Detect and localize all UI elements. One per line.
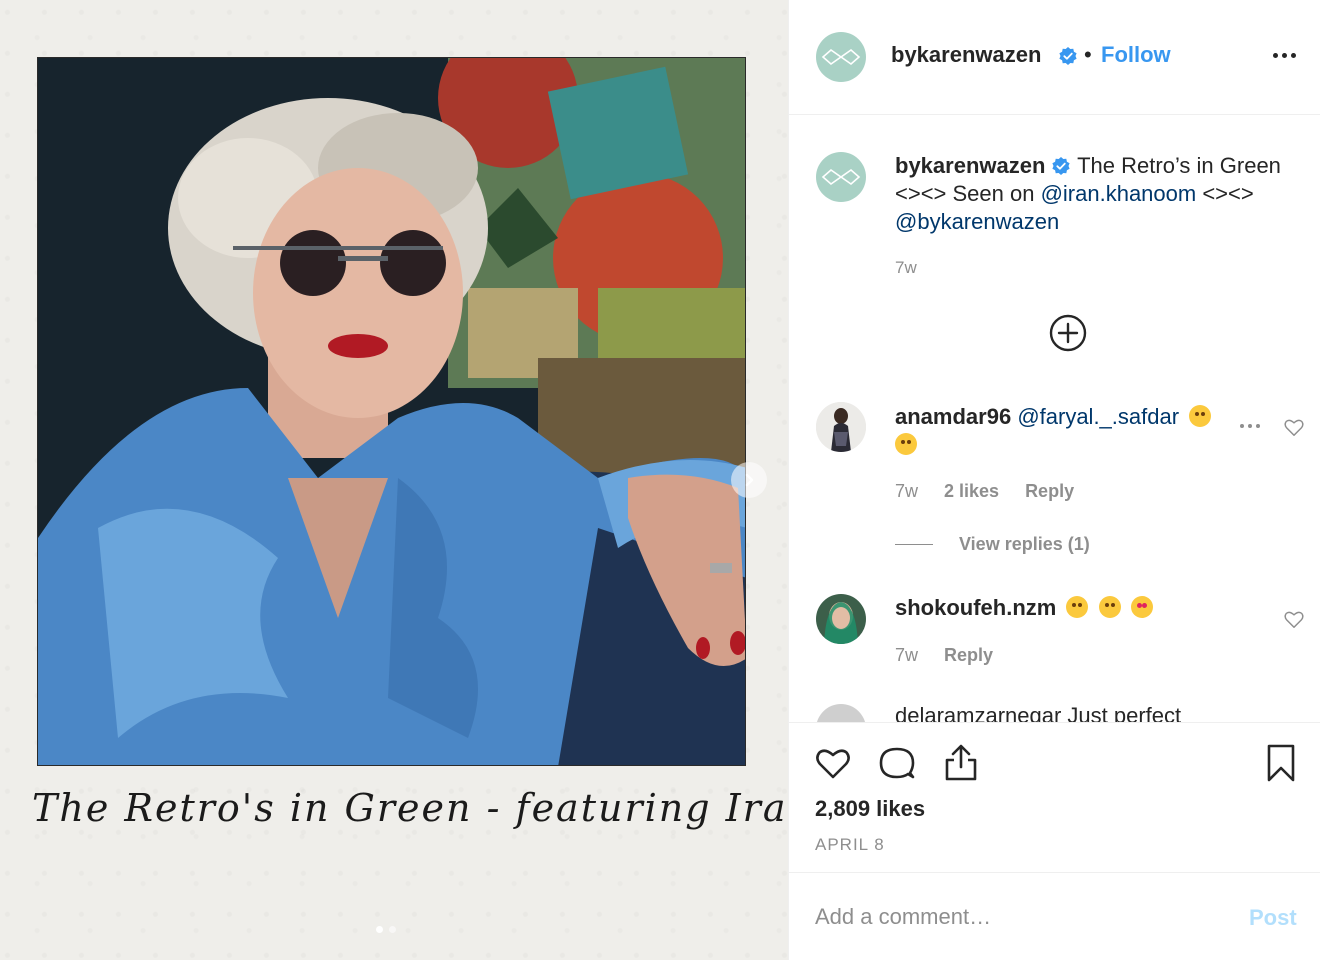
more-options-button[interactable] <box>1269 45 1299 65</box>
carousel-dot-active <box>376 926 383 933</box>
emoji-hugging-icon <box>1066 596 1089 618</box>
post-media: The Retro's in Green - featuring Iran <box>0 0 788 960</box>
caption-username[interactable]: bykarenwazen <box>895 153 1045 178</box>
caption-mention-link[interactable]: @iran.khanoom <box>1041 181 1197 206</box>
post-header: bykarenwazen • Follow <box>789 0 1320 115</box>
post-actions: 2,809 likes APRIL 8 <box>789 722 1320 872</box>
post-date[interactable]: APRIL 8 <box>815 835 885 855</box>
comment-text: anamdar96 @faryal._.safdar <box>895 403 1235 459</box>
comment-heart-icon[interactable] <box>1283 416 1305 438</box>
comments-list[interactable]: bykarenwazen The Retro’s in Green <><> S… <box>789 116 1320 722</box>
commenter-avatar[interactable] <box>816 402 866 452</box>
author-avatar[interactable] <box>816 32 866 82</box>
view-replies-label: View replies (1) <box>959 534 1090 554</box>
header-separator: • <box>1084 42 1092 67</box>
carousel-dot <box>389 926 396 933</box>
comment-text: shokoufeh.nzm <box>895 594 1235 622</box>
comment-text: delaramzarnegar Just perfect <box>895 702 1235 722</box>
emoji-heart-eyes-icon <box>1130 596 1153 618</box>
post-photo[interactable] <box>37 57 746 766</box>
post-comment-button[interactable]: Post <box>1249 905 1297 931</box>
avatar-image <box>816 402 866 452</box>
reply-button[interactable]: Reply <box>944 645 993 666</box>
share-icon[interactable] <box>941 743 981 783</box>
photo-handwritten-caption: The Retro's in Green - featuring Iran <box>32 786 788 830</box>
author-username[interactable]: bykarenwazen <box>891 42 1041 68</box>
more-icon <box>1272 52 1278 58</box>
follow-button[interactable]: Follow <box>1101 42 1171 68</box>
emoji-woozy-icon <box>1189 405 1212 427</box>
next-photo-button[interactable] <box>731 462 767 498</box>
brand-logo-icon <box>821 168 861 186</box>
comment-likes[interactable]: 2 likes <box>944 481 999 502</box>
comment-input[interactable] <box>815 901 1215 933</box>
comment-partial-text: delaramzarnegar Just perfect <box>895 703 1182 722</box>
caption-body-2: <><> <box>1196 181 1254 206</box>
comment-icon[interactable] <box>877 743 917 783</box>
post-side-panel: bykarenwazen • Follow bykarenwazen The R… <box>788 0 1320 960</box>
comment-heart-icon[interactable] <box>1283 608 1305 630</box>
likes-count[interactable]: 2,809 likes <box>815 796 925 822</box>
emoji-kiss-icon <box>1098 596 1121 618</box>
add-comment-bar: Post <box>789 872 1320 960</box>
add-circle-icon[interactable] <box>1048 313 1088 353</box>
comment-username[interactable]: anamdar96 <box>895 404 1011 429</box>
comment-timestamp[interactable]: 7w <box>895 645 918 666</box>
carousel-indicator <box>376 926 396 933</box>
more-icon <box>1240 424 1244 428</box>
emoji-laughing-icon <box>895 433 917 455</box>
verified-badge-icon <box>1059 47 1077 65</box>
caption-timestamp[interactable]: 7w <box>895 258 917 278</box>
comment-username[interactable]: shokoufeh.nzm <box>895 595 1056 620</box>
caption-author-avatar[interactable] <box>816 152 866 202</box>
avatar-image <box>816 594 866 644</box>
comment-timestamp[interactable]: 7w <box>895 481 918 502</box>
chevron-right-icon <box>745 473 754 487</box>
brand-logo-icon <box>821 48 861 66</box>
verified-badge-icon <box>1052 157 1071 175</box>
comment-mention-link[interactable]: @faryal._.safdar <box>1017 404 1179 429</box>
photo-illustration <box>38 58 745 765</box>
view-replies-button[interactable]: View replies (1) <box>895 534 1090 555</box>
commenter-avatar[interactable] <box>816 704 866 722</box>
commenter-avatar[interactable] <box>816 594 866 644</box>
reply-button[interactable]: Reply <box>1025 481 1074 502</box>
caption-mention-link[interactable]: @bykarenwazen <box>895 209 1059 234</box>
comment-more-button[interactable] <box>1240 424 1266 434</box>
caption-text: bykarenwazen The Retro’s in Green <><> S… <box>895 152 1307 236</box>
bookmark-icon[interactable] <box>1261 743 1301 783</box>
comment-meta: 7w Reply <box>895 645 993 666</box>
replies-divider <box>895 544 933 545</box>
like-heart-icon[interactable] <box>813 743 853 783</box>
comment-meta: 7w 2 likes Reply <box>895 481 1074 502</box>
